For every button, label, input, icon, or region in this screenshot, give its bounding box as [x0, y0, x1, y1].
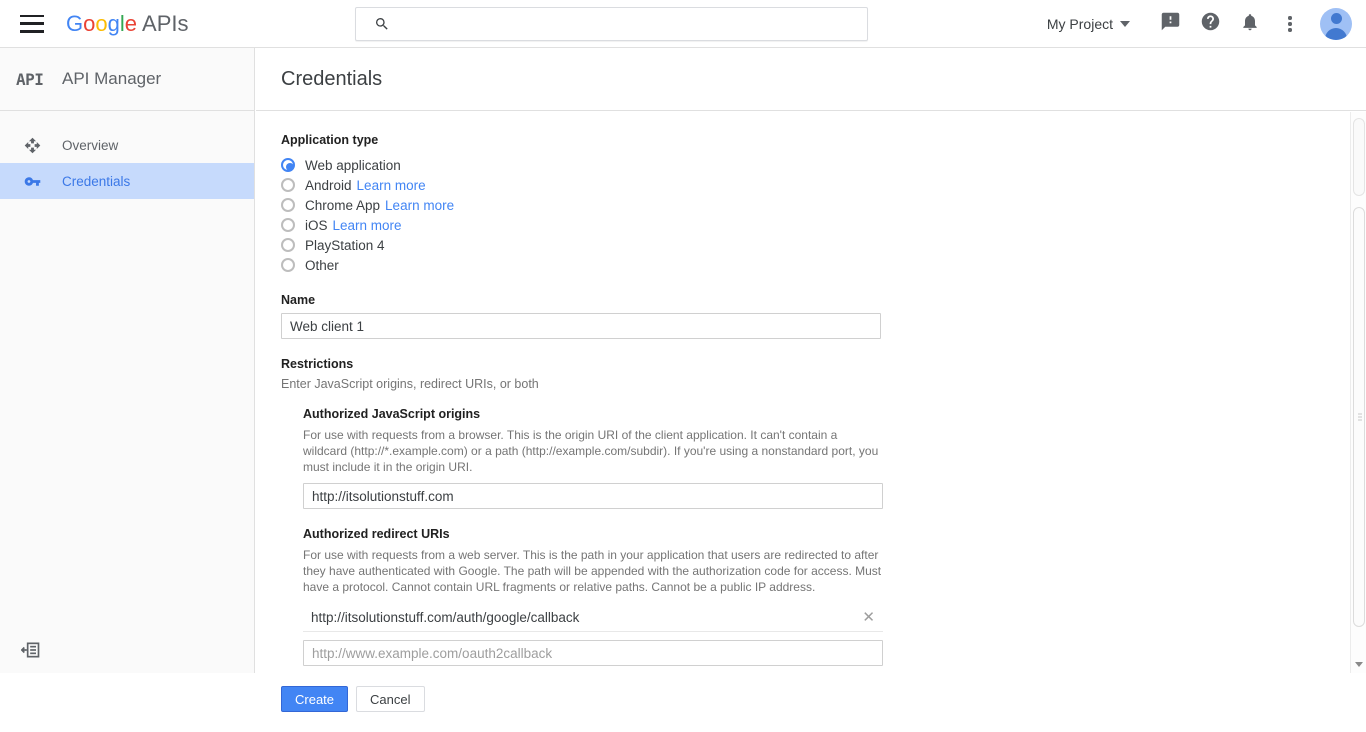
close-icon[interactable]: ✕ — [862, 610, 875, 625]
radio-other-control[interactable] — [281, 258, 295, 272]
js-origins-label: Authorized JavaScript origins — [303, 407, 481, 421]
hamburger-menu-icon[interactable] — [20, 14, 44, 33]
dashboard-move-icon — [20, 137, 44, 154]
more-vert-icon — [1288, 16, 1292, 32]
radio-web-application-control[interactable] — [281, 158, 295, 172]
api-logo-icon: API — [16, 69, 44, 89]
api-manager-title: API Manager — [62, 69, 162, 88]
chevron-down-icon — [1355, 662, 1363, 667]
redirect-uris-label: Authorized redirect URIs — [303, 527, 450, 541]
radio-playstation-4-label: PlayStation 4 — [305, 237, 385, 253]
radio-other[interactable]: Other — [281, 255, 1341, 275]
application-type-label: Application type — [281, 133, 379, 147]
restrictions-hint: Enter JavaScript origins, redirect URIs,… — [281, 377, 539, 391]
sidebar-item-overview-label: Overview — [62, 137, 119, 153]
scrollbar-grip-icon — [1358, 412, 1362, 423]
logo-letter-g: g — [107, 10, 120, 36]
radio-chrome-app[interactable]: Chrome App Learn more — [281, 195, 1341, 215]
create-button[interactable]: Create — [281, 686, 349, 712]
radio-chrome-app-label: Chrome App — [305, 197, 381, 213]
sidebar-item-credentials-label: Credentials — [62, 173, 131, 189]
sidebar-item-overview[interactable]: Overview — [0, 127, 254, 163]
radio-web-application[interactable]: Web application — [281, 155, 1341, 175]
chrome-app-learn-more-link[interactable]: Learn more — [385, 198, 454, 213]
radio-playstation-4[interactable]: PlayStation 4 — [281, 235, 1341, 255]
chevron-down-icon — [1120, 21, 1130, 27]
google-apis-logo[interactable]: Google APIs — [66, 11, 188, 37]
cancel-button[interactable]: Cancel — [356, 686, 425, 712]
logo-letter-G: G — [66, 10, 84, 36]
radio-ios[interactable]: iOS Learn more — [281, 215, 1341, 235]
avatar[interactable] — [1320, 8, 1352, 40]
name-input[interactable] — [281, 313, 881, 339]
collapse-sidebar-button[interactable] — [18, 639, 44, 665]
collapse-sidebar-icon — [20, 640, 41, 665]
logo-suffix-apis: APIs — [142, 10, 189, 36]
scroll-down-button[interactable] — [1351, 656, 1366, 673]
bell-icon — [1240, 12, 1260, 37]
page-title: Credentials — [281, 67, 383, 90]
radio-android-control[interactable] — [281, 178, 295, 192]
notifications-button[interactable] — [1230, 4, 1270, 44]
form-actions: Create Cancel — [281, 686, 1341, 732]
radio-playstation-4-control[interactable] — [281, 238, 295, 252]
search-icon — [374, 16, 390, 32]
redirect-uris-description: For use with requests from a web server.… — [303, 548, 882, 594]
credentials-form: Application type Web application Android… — [256, 111, 1366, 732]
main-content: Credentials Application type Web applica… — [256, 48, 1366, 712]
redirect-uri-row[interactable]: http://itsolutionstuff.com/auth/google/c… — [303, 603, 883, 632]
radio-android-label: Android — [305, 177, 352, 193]
feedback-button[interactable] — [1150, 4, 1190, 44]
project-selector-label: My Project — [1046, 16, 1113, 32]
vertical-scrollbar[interactable] — [1350, 112, 1366, 673]
js-origins-input[interactable] — [303, 483, 883, 509]
top-app-bar: Google APIs My Project — [0, 0, 1366, 48]
page-header: Credentials — [256, 48, 1366, 111]
logo-letter-e: e — [124, 10, 138, 36]
redirect-uri-new-input[interactable] — [303, 640, 883, 666]
more-options-button[interactable] — [1270, 4, 1310, 44]
help-button[interactable] — [1190, 4, 1230, 44]
logo-letter-o1: o — [83, 10, 96, 36]
name-label: Name — [281, 293, 316, 307]
sidebar-item-credentials[interactable]: Credentials — [0, 163, 254, 199]
android-learn-more-link[interactable]: Learn more — [357, 178, 426, 193]
search-input[interactable] — [400, 15, 867, 33]
js-origins-section: Authorized JavaScript origins For use wi… — [303, 407, 1341, 666]
redirect-uri-value: http://itsolutionstuff.com/auth/google/c… — [311, 609, 580, 625]
radio-other-label: Other — [305, 257, 339, 273]
radio-ios-label: iOS — [305, 217, 328, 233]
top-bar-actions: My Project — [1039, 0, 1366, 48]
scrollbar-thumb[interactable] — [1353, 207, 1365, 627]
radio-chrome-app-control[interactable] — [281, 198, 295, 212]
sidebar: API API Manager Overview Credentials — [0, 48, 255, 673]
sidebar-header: API API Manager — [0, 48, 254, 111]
logo-letter-o2: o — [95, 10, 108, 36]
avatar-body — [1325, 28, 1347, 40]
radio-ios-control[interactable] — [281, 218, 295, 232]
ios-learn-more-link[interactable]: Learn more — [333, 218, 402, 233]
search-box[interactable] — [355, 7, 868, 41]
js-origins-description: For use with requests from a browser. Th… — [303, 428, 879, 474]
restrictions-label: Restrictions — [281, 357, 354, 371]
help-icon — [1200, 11, 1221, 37]
project-selector[interactable]: My Project — [1039, 10, 1138, 38]
scrollbar-track-top[interactable] — [1353, 118, 1365, 196]
key-icon — [20, 173, 44, 190]
radio-web-application-label: Web application — [305, 157, 401, 173]
radio-android[interactable]: Android Learn more — [281, 175, 1341, 195]
avatar-head — [1330, 13, 1342, 24]
feedback-icon — [1160, 11, 1181, 37]
